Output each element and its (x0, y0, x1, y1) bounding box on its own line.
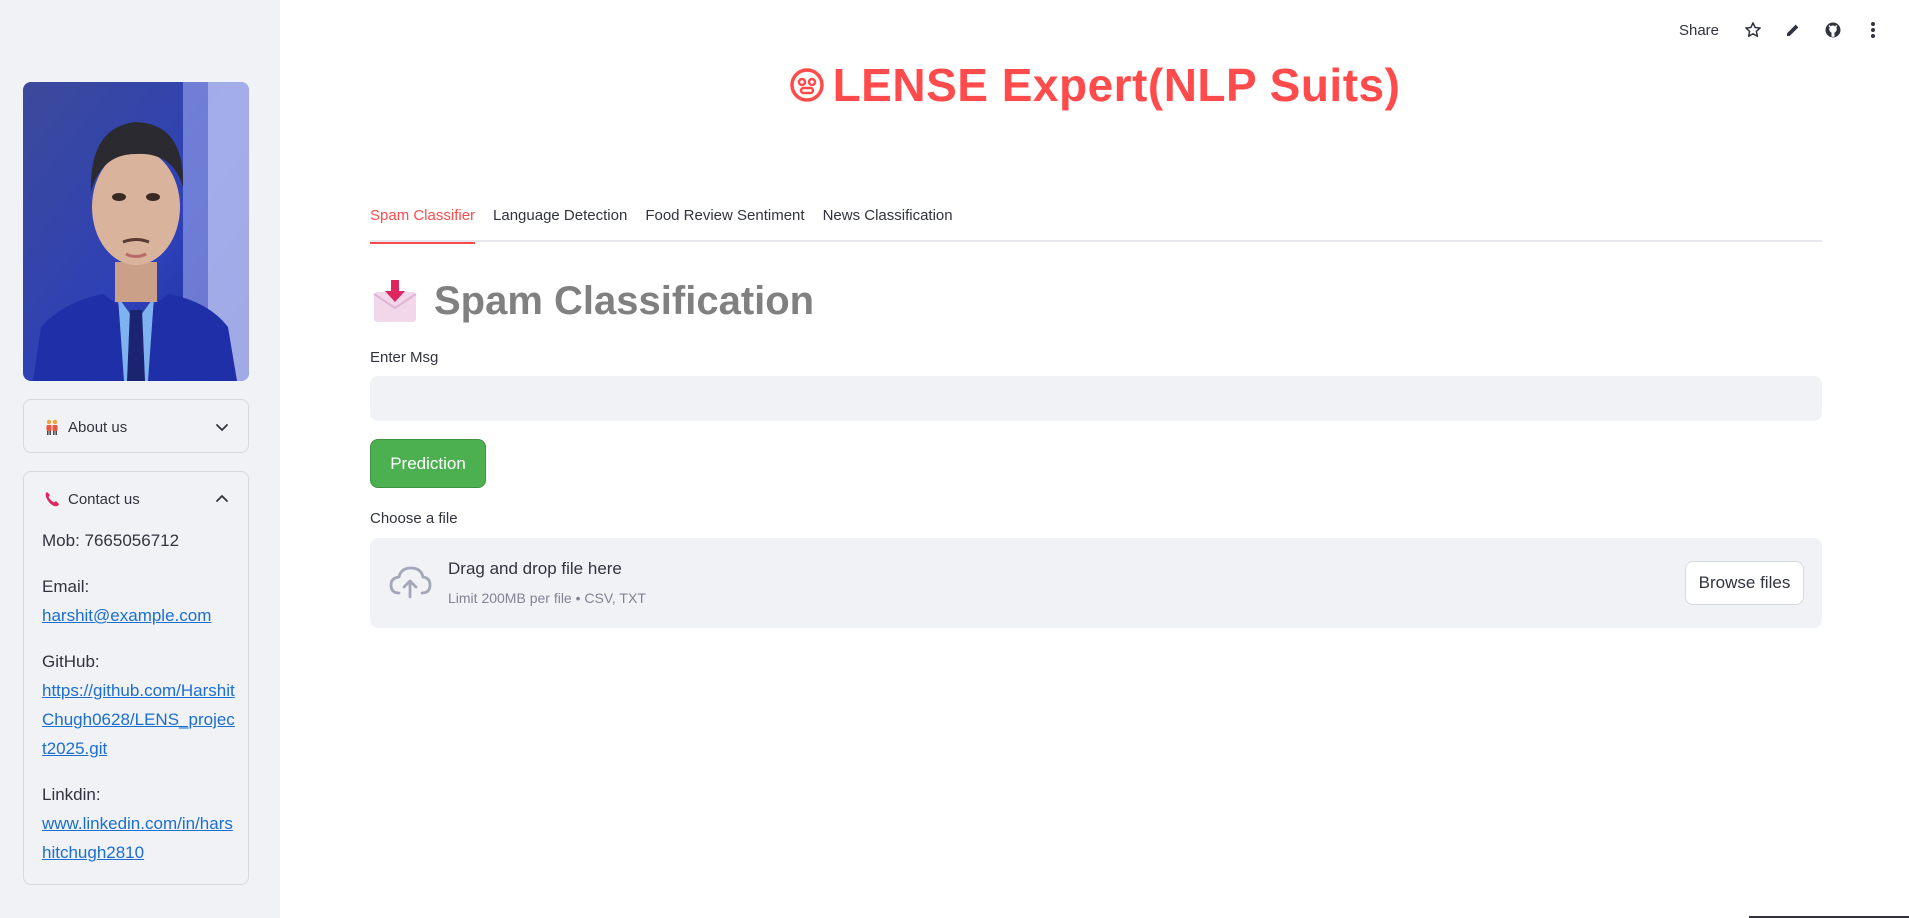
contact-details: Mob: 7665056712 Email: harshit@example.c… (42, 526, 236, 884)
github-block: GitHub: https://github.com/HarshitChugh0… (42, 647, 236, 763)
contact-us-label: Contact us (68, 490, 140, 508)
envelope-arrow-icon (373, 280, 417, 322)
about-us-header[interactable]: About us (24, 400, 248, 454)
star-icon[interactable] (1733, 16, 1773, 44)
page-title-text: LENSE Expert(NLP Suits) (832, 59, 1401, 111)
pencil-icon[interactable] (1773, 16, 1813, 44)
message-input[interactable] (370, 376, 1822, 421)
chevron-down-icon (216, 424, 228, 432)
tab-news-classification[interactable]: News Classification (823, 203, 953, 242)
file-dropzone[interactable]: Drag and drop file here Limit 200MB per … (370, 538, 1822, 628)
tab-food-review-sentiment[interactable]: Food Review Sentiment (645, 203, 804, 242)
page-title: LENSE Expert(NLP Suits) (789, 58, 1401, 112)
message-label: Enter Msg (370, 349, 439, 366)
tab-language-detection[interactable]: Language Detection (493, 203, 627, 242)
sidebar: About us Contact us Mob: 7665056712 Emai… (0, 0, 280, 918)
profile-photo (23, 82, 249, 381)
email-block: Email: harshit@example.com (42, 572, 236, 630)
browse-files-button[interactable]: Browse files (1685, 561, 1804, 605)
page-header: LENSE Expert(NLP Suits) (280, 52, 1909, 118)
dropzone-instruction: Drag and drop file here (448, 559, 622, 578)
chevron-up-icon (216, 494, 228, 502)
people-emoji-icon (42, 417, 62, 437)
linkedin-label: Linkdin: (42, 785, 101, 804)
github-link[interactable]: https://github.com/HarshitChugh0628/LENS… (42, 681, 235, 758)
tab-bar: Spam Classifier Language Detection Food … (370, 203, 1822, 244)
github-icon[interactable] (1813, 16, 1853, 44)
share-button[interactable]: Share (1679, 22, 1719, 39)
github-label: GitHub: (42, 652, 100, 671)
cloud-upload-icon (389, 566, 432, 599)
email-label: Email: (42, 577, 90, 596)
more-vertical-icon[interactable] (1853, 16, 1893, 44)
contact-us-expander[interactable]: Contact us Mob: 7665056712 Email: harshi… (23, 471, 249, 885)
about-us-expander[interactable]: About us (23, 399, 249, 453)
dropzone-limit: Limit 200MB per file • CSV, TXT (448, 590, 646, 606)
email-link[interactable]: harshit@example.com (42, 606, 211, 625)
app-root: About us Contact us Mob: 7665056712 Emai… (0, 0, 1909, 918)
about-us-label: About us (68, 418, 128, 436)
telephone-emoji-icon (42, 489, 62, 509)
section-header: Spam Classification (370, 276, 814, 326)
face-emoji-icon (789, 68, 824, 102)
avatar (23, 82, 249, 381)
prediction-button[interactable]: Prediction (370, 439, 486, 488)
mobile-number: Mob: 7665056712 (42, 531, 180, 550)
tab-spam-classifier[interactable]: Spam Classifier (370, 203, 476, 244)
linkedin-link[interactable]: www.linkedin.com/in/harshitchugh2810 (42, 814, 233, 862)
contact-us-header[interactable]: Contact us (24, 472, 248, 526)
file-label: Choose a file (370, 510, 458, 527)
linkedin-block: Linkdin: www.linkedin.com/in/harshitchug… (42, 780, 236, 867)
section-title: Spam Classification (434, 278, 815, 323)
top-toolbar: Share (1679, 16, 1893, 44)
